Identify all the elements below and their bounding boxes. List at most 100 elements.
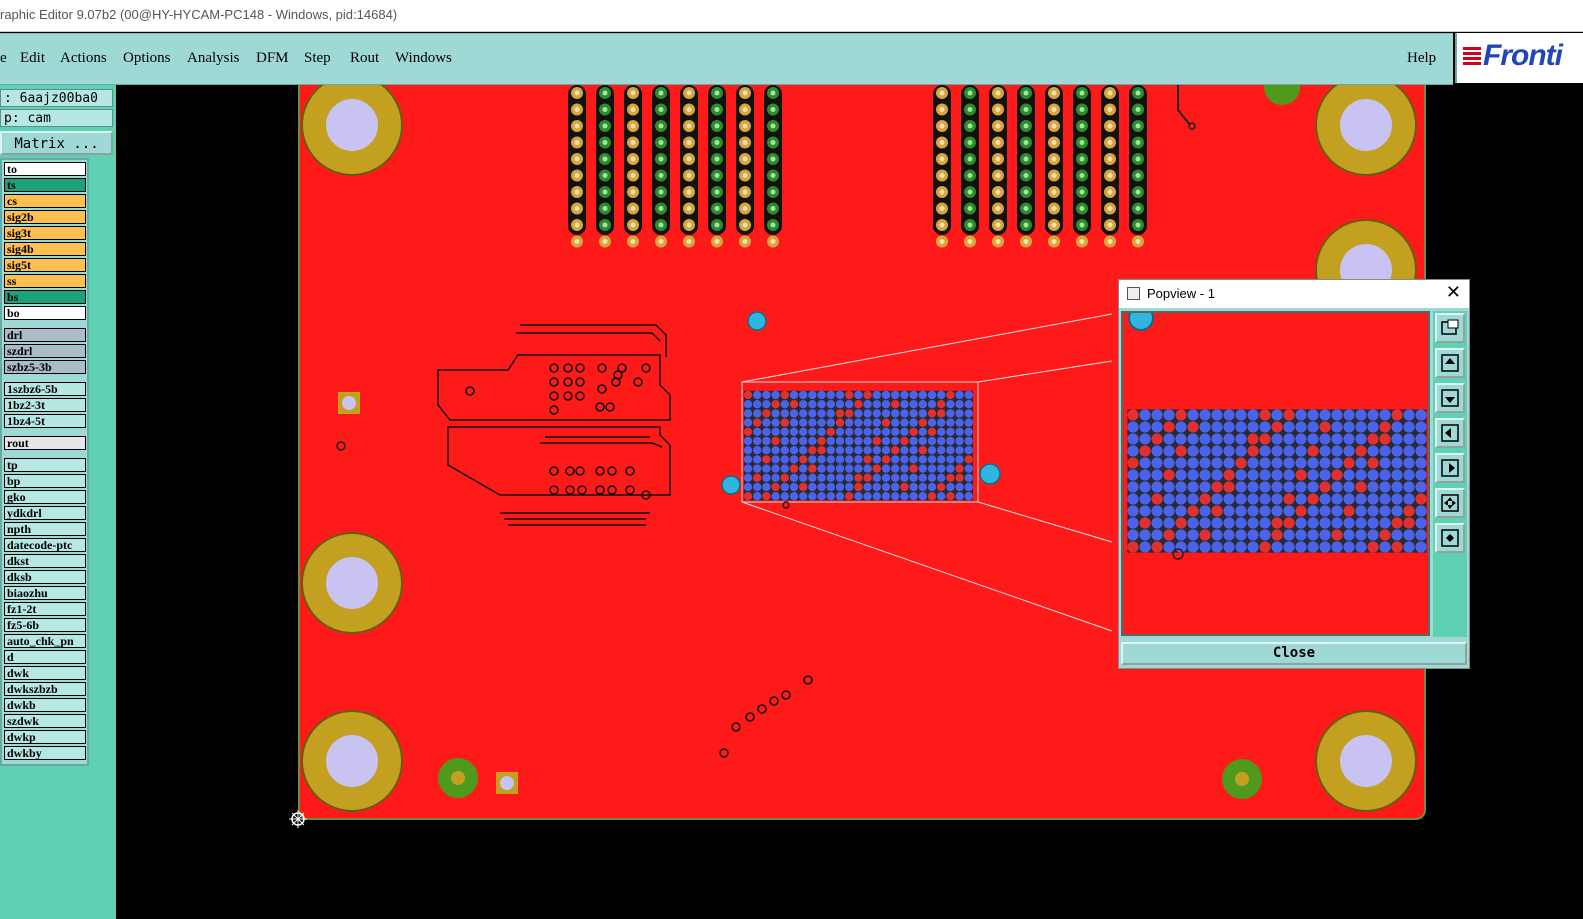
bga-ball bbox=[1403, 421, 1415, 433]
pin-drill bbox=[714, 90, 720, 96]
layer-row[interactable]: biaozhu bbox=[4, 586, 86, 600]
layer-row[interactable]: gko bbox=[4, 490, 86, 504]
menu-actions[interactable]: Actions bbox=[60, 50, 107, 67]
bga-ball bbox=[1163, 493, 1175, 505]
layer-row[interactable]: fz1-2t bbox=[4, 602, 86, 616]
layer-row[interactable]: sig4b bbox=[4, 242, 86, 256]
bga-ball bbox=[881, 473, 891, 482]
bga-ball bbox=[808, 446, 817, 455]
component-hole bbox=[563, 391, 573, 401]
bga-ball bbox=[1343, 529, 1355, 541]
pan-left-icon[interactable] bbox=[1435, 418, 1465, 448]
layer-row[interactable]: dwkszbzb bbox=[4, 682, 86, 696]
menu-options[interactable]: Options bbox=[123, 50, 171, 67]
layer-row[interactable]: fz5-6b bbox=[4, 618, 86, 632]
bga-ball bbox=[1235, 445, 1247, 457]
bga-ball bbox=[1151, 421, 1163, 433]
bga-ball bbox=[1295, 493, 1307, 505]
bga-ball bbox=[1139, 517, 1151, 529]
mounting-hole bbox=[301, 74, 403, 176]
mounting-hole bbox=[301, 532, 403, 634]
layer-row[interactable]: bs bbox=[4, 290, 86, 304]
popview-close-button[interactable]: Close bbox=[1121, 642, 1467, 665]
bga-ball bbox=[762, 436, 771, 446]
layer-row[interactable]: sig3t bbox=[4, 226, 86, 240]
layer-row[interactable]: dwk bbox=[4, 666, 86, 680]
bga-ball bbox=[762, 446, 771, 455]
layer-row[interactable]: rout bbox=[4, 436, 86, 450]
close-icon[interactable]: ✕ bbox=[1446, 282, 1461, 303]
layer-row[interactable]: d bbox=[4, 650, 86, 664]
layer-row[interactable]: ts bbox=[4, 178, 86, 192]
layer-row[interactable]: dwkp bbox=[4, 730, 86, 744]
bga-ball bbox=[789, 390, 799, 400]
layer-row[interactable]: drl bbox=[4, 328, 86, 342]
bga-ball bbox=[1319, 529, 1331, 541]
zoom-fit-icon[interactable] bbox=[1435, 488, 1465, 518]
pin-drill bbox=[1079, 90, 1085, 96]
zoom-home-icon[interactable] bbox=[1435, 523, 1465, 553]
layer-row[interactable]: dwkb bbox=[4, 698, 86, 712]
bga-ball bbox=[872, 418, 881, 427]
via-pad bbox=[979, 463, 1001, 485]
matrix-button[interactable]: Matrix ... bbox=[0, 131, 113, 155]
layer-row[interactable]: npth bbox=[4, 522, 86, 536]
pin-drill bbox=[742, 123, 748, 129]
layer-row[interactable]: szdrl bbox=[4, 344, 86, 358]
bga-ball bbox=[1415, 517, 1427, 529]
layer-row[interactable]: szbz5-3b bbox=[4, 360, 86, 374]
bga-ball bbox=[1343, 421, 1355, 433]
menu-edit[interactable]: Edit bbox=[20, 50, 45, 67]
layer-row[interactable]: 1bz4-5t bbox=[4, 414, 86, 428]
zoom-window-icon[interactable] bbox=[1435, 313, 1465, 343]
layer-row[interactable]: auto_chk_pn bbox=[4, 634, 86, 648]
layer-row[interactable]: tp bbox=[4, 458, 86, 472]
bga-ball bbox=[964, 464, 973, 473]
layer-row[interactable]: cs bbox=[4, 194, 86, 208]
layer-row[interactable]: sig5t bbox=[4, 258, 86, 272]
layer-row[interactable]: to bbox=[4, 162, 86, 176]
layer-row[interactable]: ss bbox=[4, 274, 86, 288]
menu-windows[interactable]: Windows bbox=[395, 50, 452, 67]
pin-drill bbox=[574, 173, 580, 178]
layer-row[interactable]: ydkdrl bbox=[4, 506, 86, 520]
layer-row[interactable]: dkst bbox=[4, 554, 86, 568]
bga-ball bbox=[1187, 493, 1199, 505]
bga-ball bbox=[1295, 481, 1307, 493]
menu-file[interactable]: e bbox=[0, 50, 7, 67]
bga-ball bbox=[845, 455, 854, 464]
bga-ball bbox=[826, 436, 835, 446]
layer-row[interactable]: bp bbox=[4, 474, 86, 488]
bga-ball bbox=[1379, 541, 1391, 553]
bga-ball bbox=[1295, 421, 1307, 433]
pin-drill bbox=[574, 107, 580, 112]
layer-row[interactable]: dksb bbox=[4, 570, 86, 584]
layer-row[interactable]: 1bz2-3t bbox=[4, 398, 86, 412]
via-hole bbox=[782, 501, 790, 509]
bga-ball bbox=[762, 473, 771, 482]
bga-ball bbox=[835, 464, 845, 473]
fiducial bbox=[438, 758, 478, 798]
menu-help[interactable]: Help bbox=[1407, 50, 1436, 67]
popview-canvas[interactable] bbox=[1121, 311, 1430, 636]
bga-ball bbox=[1379, 445, 1391, 457]
pan-right-icon[interactable] bbox=[1435, 453, 1465, 483]
menu-analysis[interactable]: Analysis bbox=[187, 50, 240, 67]
bga-ball bbox=[808, 400, 817, 409]
menu-rout[interactable]: Rout bbox=[350, 50, 379, 67]
layer-row[interactable]: bo bbox=[4, 306, 86, 320]
menu-dfm[interactable]: DFM bbox=[256, 50, 289, 67]
bga-ball bbox=[1199, 541, 1211, 553]
pan-up-icon[interactable] bbox=[1435, 348, 1465, 378]
layer-row[interactable]: dwkby bbox=[4, 746, 86, 760]
layer-row[interactable]: szdwk bbox=[4, 714, 86, 728]
layer-row[interactable]: datecode-ptc bbox=[4, 538, 86, 552]
menu-step[interactable]: Step bbox=[304, 50, 331, 67]
bga-ball bbox=[1343, 433, 1355, 445]
layer-row[interactable]: 1szbz6-5b bbox=[4, 382, 86, 396]
bga-ball bbox=[964, 418, 973, 427]
pin-drill bbox=[770, 173, 776, 178]
component-hole bbox=[575, 377, 585, 387]
layer-row[interactable]: sig2b bbox=[4, 210, 86, 224]
pan-down-icon[interactable] bbox=[1435, 383, 1465, 413]
